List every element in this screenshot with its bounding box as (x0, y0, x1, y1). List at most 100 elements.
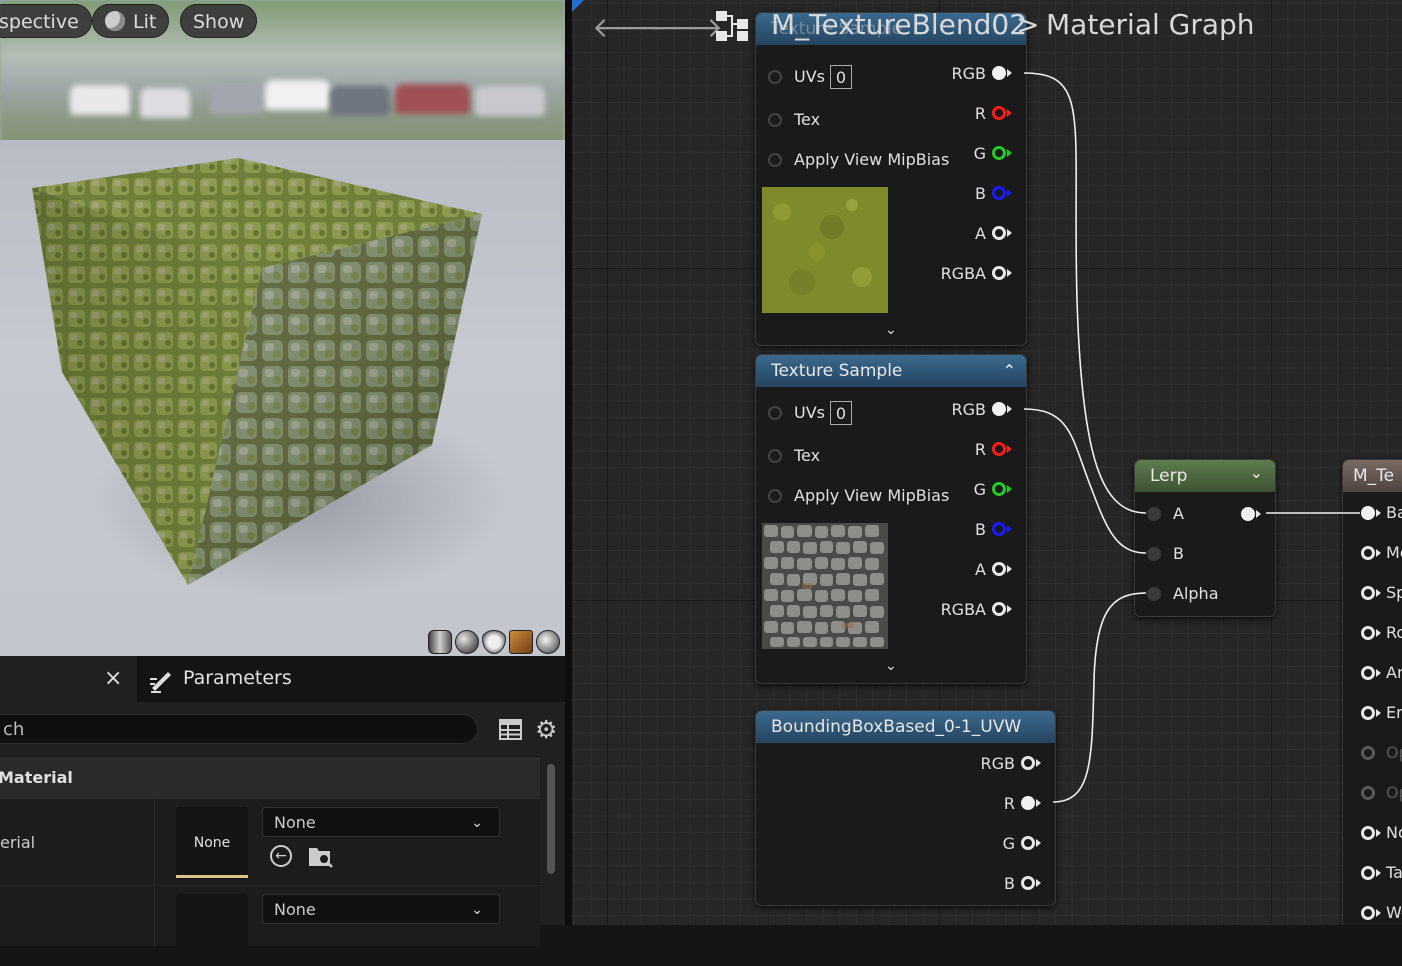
lerp-output-pin[interactable] (1241, 507, 1255, 521)
r-output-pin[interactable] (992, 106, 1006, 120)
node-header[interactable]: BoundingBoxBased_0-1_UVW (756, 711, 1055, 743)
uvs-input-pin[interactable] (768, 70, 782, 84)
pin-arrow (1376, 549, 1381, 557)
emissive-input-pin[interactable] (1361, 706, 1375, 720)
uvs-index-input[interactable]: 0 (830, 401, 852, 425)
teapot-icon[interactable] (536, 630, 560, 654)
b-output-pin[interactable] (1021, 876, 1035, 890)
table-view-icon[interactable] (499, 719, 523, 741)
b-output-pin[interactable] (992, 186, 1006, 200)
use-selected-icon[interactable]: ← (270, 845, 292, 867)
details-tab[interactable]: × (0, 656, 137, 702)
world-offset-input-pin[interactable] (1361, 906, 1375, 920)
base-color-label: Ba (1386, 503, 1402, 522)
asset-dropdown[interactable]: None ⌄ (262, 894, 500, 924)
alpha-input-pin[interactable] (1147, 587, 1161, 601)
rgb-output-pin[interactable] (1021, 756, 1035, 770)
node-header[interactable]: Texture Sample ⌃ (756, 355, 1026, 387)
uvs-index-input[interactable]: 0 (830, 65, 852, 89)
g-output-pin[interactable] (1021, 836, 1035, 850)
asset-thumbnail[interactable] (176, 894, 248, 966)
sphere-icon[interactable] (455, 630, 479, 654)
b-input-label: B (1173, 544, 1184, 563)
b-input-pin[interactable] (1147, 547, 1161, 561)
metallic-input-pin[interactable] (1361, 546, 1375, 560)
chevron-down-icon[interactable]: ⌄ (1250, 457, 1263, 489)
perspective-button[interactable]: spective (0, 4, 92, 38)
settings-gear-icon[interactable]: ⚙ (535, 715, 557, 744)
a-input-label: A (1173, 504, 1184, 523)
pane-divider[interactable] (565, 0, 572, 925)
lit-button[interactable]: Lit (92, 4, 170, 38)
mipbias-input-pin[interactable] (768, 489, 782, 503)
cylinder-icon[interactable] (428, 630, 452, 654)
expand-chevron-icon[interactable]: ⌄ (885, 322, 897, 338)
mipbias-input-pin[interactable] (768, 153, 782, 167)
node-title: Texture Sample (771, 361, 903, 381)
a-output-pin[interactable] (992, 562, 1006, 576)
moss-texture-preview (762, 187, 888, 313)
texture-sample-node-1[interactable]: Texture Sample UVs 0 Tex Apply View MipB… (755, 12, 1027, 346)
r-output-pin[interactable] (1021, 796, 1035, 810)
a-input-pin[interactable] (1147, 507, 1161, 521)
pin-arrow (1036, 799, 1041, 807)
roughness-input-pin[interactable] (1361, 626, 1375, 640)
r-output-pin[interactable] (992, 442, 1006, 456)
normal-input-pin[interactable] (1361, 826, 1375, 840)
search-input[interactable]: ch (0, 714, 478, 744)
lerp-node[interactable]: Lerp ⌄ A B Alpha (1134, 459, 1276, 617)
tex-input-pin[interactable] (768, 449, 782, 463)
expand-chevron-icon[interactable]: ⌄ (885, 658, 897, 674)
material-section-header[interactable]: Material (0, 758, 540, 799)
material-result-node[interactable]: M_Te Ba Me Sp Ro An En Op Op No Ta Wo (1342, 459, 1402, 925)
parameters-tab-label: Parameters (183, 667, 292, 689)
g-output-label: G (973, 480, 986, 499)
details-tab-close-icon[interactable]: × (104, 666, 122, 691)
pin-arrow (1036, 879, 1041, 887)
graph-hierarchy-icon[interactable] (715, 10, 749, 42)
rgba-output-pin[interactable] (992, 266, 1006, 280)
g-output-pin[interactable] (992, 146, 1006, 160)
g-output-pin[interactable] (992, 482, 1006, 496)
rgba-output-pin[interactable] (992, 602, 1006, 616)
r-output-label: R (1003, 794, 1015, 813)
wire-tex1-rgb-to-lerp-a (1023, 72, 1147, 514)
tex-input-pin[interactable] (768, 113, 782, 127)
node-header[interactable]: Lerp ⌄ (1135, 460, 1275, 492)
collapse-chevron-icon[interactable]: ⌃ (1003, 355, 1016, 387)
tangent-input-pin[interactable] (1361, 866, 1375, 880)
rgb-output-label: RGB (951, 64, 987, 83)
rgb-output-pin[interactable] (992, 402, 1006, 416)
show-button[interactable]: Show (180, 4, 258, 38)
opacity-mask-input-pin[interactable] (1361, 786, 1375, 800)
breadcrumb-graph[interactable]: Material Graph (1046, 8, 1255, 41)
uvs-input-pin[interactable] (768, 406, 782, 420)
browse-asset-icon[interactable] (308, 845, 334, 869)
base-color-input-pin[interactable] (1361, 506, 1375, 520)
b-output-pin[interactable] (992, 522, 1006, 536)
world-offset-label: Wo (1386, 903, 1402, 922)
opacity-input-pin[interactable] (1361, 746, 1375, 760)
rgb-output-pin[interactable] (992, 66, 1006, 80)
pin-arrow (1376, 629, 1381, 637)
pin-arrow (1007, 149, 1012, 157)
anisotropy-input-pin[interactable] (1361, 666, 1375, 680)
wire-tex2-rgb-to-lerp-b (1023, 408, 1147, 554)
asset-thumbnail[interactable]: None (176, 807, 248, 879)
tab-parameters[interactable]: Parameters (139, 656, 339, 702)
panel-scrollbar[interactable] (547, 764, 555, 874)
a-output-pin[interactable] (992, 226, 1006, 240)
specular-input-pin[interactable] (1361, 586, 1375, 600)
pin-arrow (1007, 405, 1012, 413)
material-preview-viewport[interactable]: spective Lit Show (0, 0, 565, 656)
cube-icon[interactable] (509, 630, 533, 654)
breadcrumb-asset[interactable]: M_TextureBlend02 (771, 8, 1027, 41)
asset-dropdown[interactable]: None ⌄ (262, 807, 500, 837)
cobblestone-texture-preview (762, 523, 888, 649)
node-header[interactable]: M_Te (1343, 460, 1402, 492)
forward-arrow-icon[interactable]: 🡒 (648, 10, 723, 44)
pin-arrow (1376, 509, 1381, 517)
texture-sample-node-2[interactable]: Texture Sample ⌃ UVs 0 Tex Apply View Mi… (755, 354, 1027, 684)
material-graph-canvas[interactable]: Texture Sample UVs 0 Tex Apply View MipB… (572, 0, 1402, 925)
bounding-box-uvw-node[interactable]: BoundingBoxBased_0-1_UVW RGB R G B (755, 710, 1056, 906)
